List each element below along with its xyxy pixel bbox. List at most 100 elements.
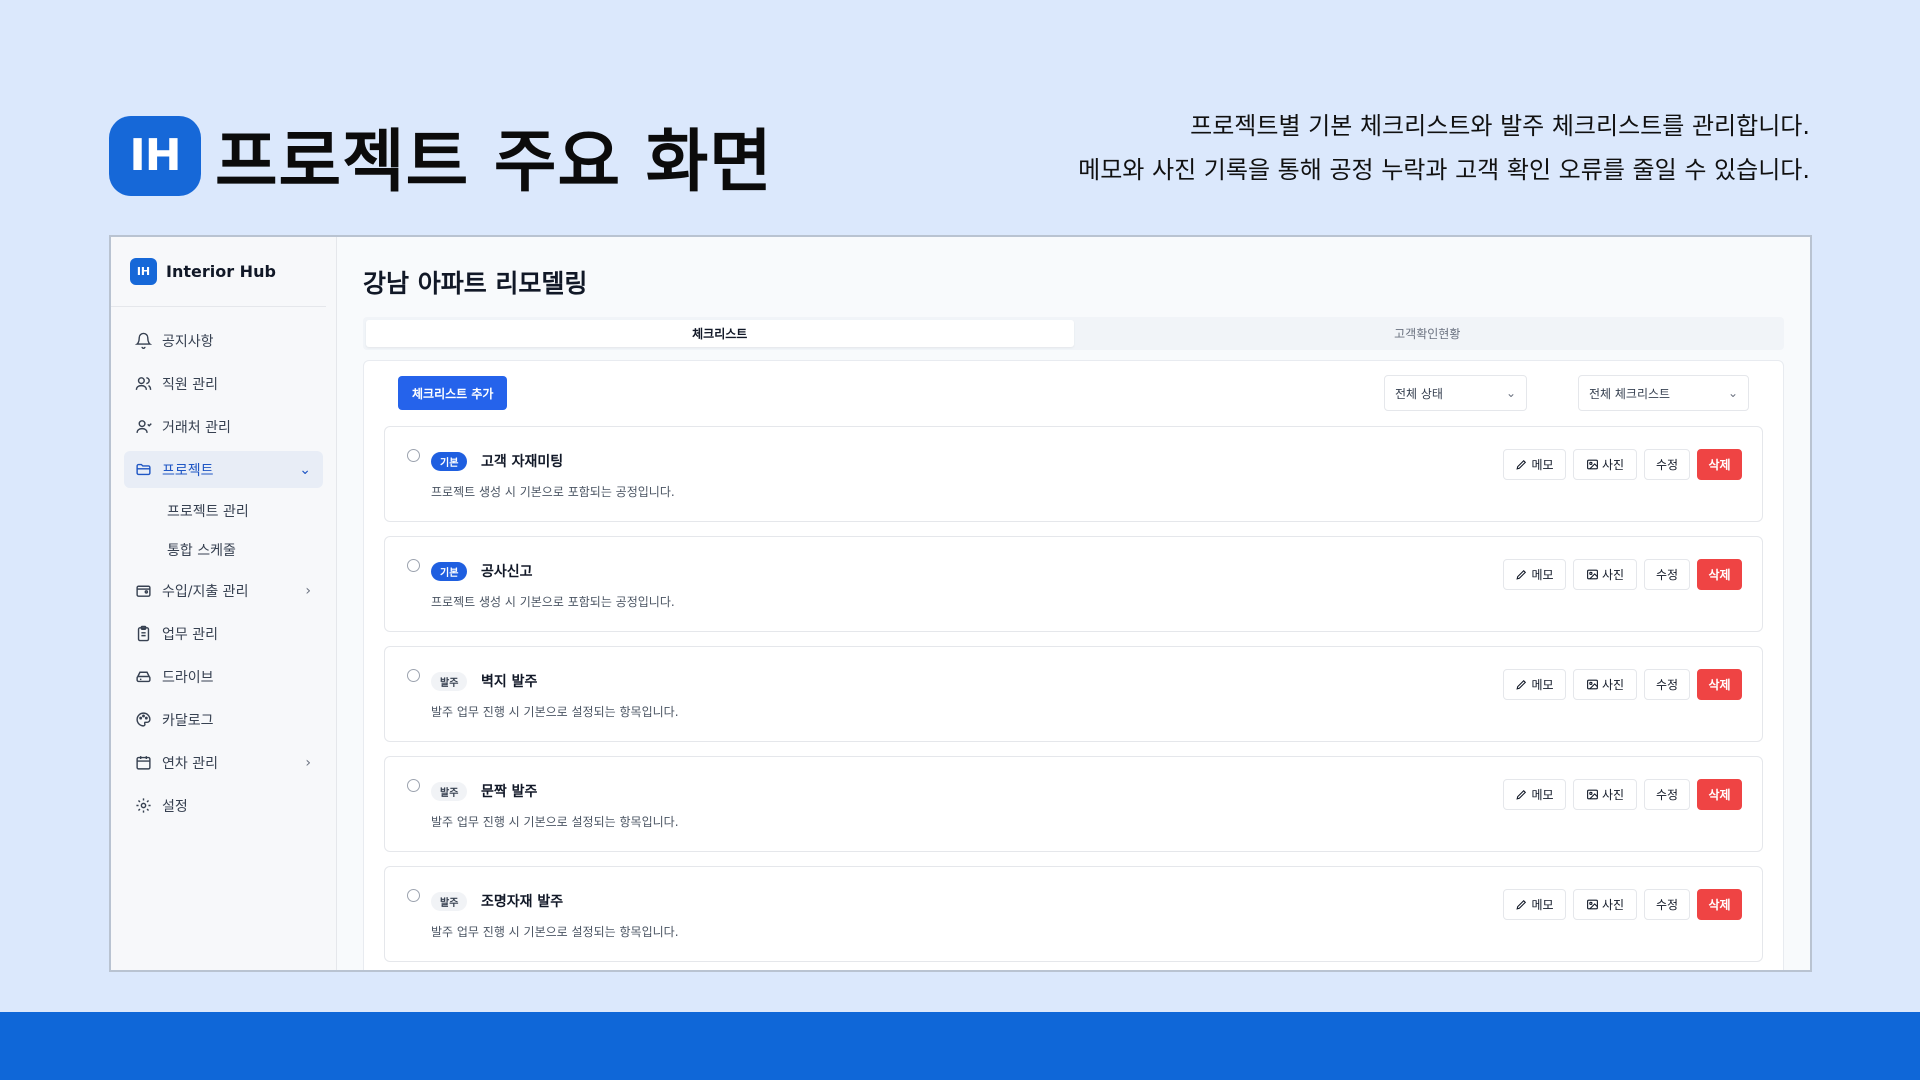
sidebar-item-label: 드라이브 xyxy=(162,669,214,686)
item-radio[interactable] xyxy=(407,669,420,682)
slide-description: 프로젝트별 기본 체크리스트와 발주 체크리스트를 관리합니다. 메모와 사진 … xyxy=(1078,104,1810,192)
type-badge: 기본 xyxy=(431,562,468,581)
item-description: 발주 업무 진행 시 기본으로 설정되는 항목입니다. xyxy=(431,815,679,829)
pencil-icon xyxy=(1516,569,1527,580)
memo-button[interactable]: 메모 xyxy=(1503,449,1566,480)
sidebar-nav: 공지사항 직원 관리 거래처 관리 프로젝트 ⌄ 프로젝트 관리 통합 스케줄 … xyxy=(111,307,336,824)
tab-customer-confirmation[interactable]: 고객확인현황 xyxy=(1074,320,1782,347)
photo-label: 사진 xyxy=(1601,678,1625,692)
item-title: 문짝 발주 xyxy=(481,784,538,800)
sidebar-item-projects[interactable]: 프로젝트 ⌄ xyxy=(124,451,323,488)
app-window: IH Interior Hub 공지사항 직원 관리 거래처 관리 프로젝트 ⌄… xyxy=(109,235,1812,972)
memo-label: 메모 xyxy=(1531,568,1554,582)
type-badge: 발주 xyxy=(431,892,468,911)
slide-title: 프로젝트 주요 화면 xyxy=(215,123,773,202)
sidebar-item-settings[interactable]: 설정 xyxy=(124,787,323,824)
delete-button[interactable]: 삭제 xyxy=(1697,449,1742,480)
sidebar-item-leave[interactable]: 연차 관리 › xyxy=(124,744,323,781)
memo-button[interactable]: 메모 xyxy=(1503,889,1566,920)
edit-button[interactable]: 수정 xyxy=(1644,449,1690,480)
item-description: 프로젝트 생성 시 기본으로 포함되는 공정입니다. xyxy=(431,595,675,609)
sidebar-item-label: 직원 관리 xyxy=(162,376,218,393)
edit-button[interactable]: 수정 xyxy=(1644,559,1690,590)
item-radio[interactable] xyxy=(407,779,420,792)
photo-button[interactable]: 사진 xyxy=(1573,449,1637,480)
brand-logo: IH xyxy=(109,115,201,196)
tab-bar: 체크리스트 고객확인현황 xyxy=(363,317,1784,350)
add-checklist-button[interactable]: 체크리스트 추가 xyxy=(398,376,508,410)
wallet-icon xyxy=(134,582,152,600)
image-icon xyxy=(1587,899,1598,910)
memo-button[interactable]: 메모 xyxy=(1503,669,1566,700)
drive-icon xyxy=(134,668,152,686)
palette-icon xyxy=(134,711,152,729)
delete-button[interactable]: 삭제 xyxy=(1697,779,1742,810)
delete-button[interactable]: 삭제 xyxy=(1697,669,1742,700)
photo-button[interactable]: 사진 xyxy=(1573,669,1637,700)
photo-button[interactable]: 사진 xyxy=(1573,779,1637,810)
item-description: 프로젝트 생성 시 기본으로 포함되는 공정입니다. xyxy=(431,485,675,499)
sidebar-item-drive[interactable]: 드라이브 xyxy=(124,658,323,695)
item-radio[interactable] xyxy=(407,559,420,572)
checklist-filter-select[interactable]: 전체 체크리스트 ⌄ xyxy=(1578,375,1749,411)
sidebar-item-finance[interactable]: 수입/지출 관리 › xyxy=(124,572,323,609)
panel-toolbar: 체크리스트 추가 전체 상태 ⌄ 전체 체크리스트 ⌄ xyxy=(384,375,1763,411)
delete-button[interactable]: 삭제 xyxy=(1697,889,1742,920)
edit-button[interactable]: 수정 xyxy=(1644,669,1690,700)
memo-button[interactable]: 메모 xyxy=(1503,779,1566,810)
type-badge: 발주 xyxy=(431,782,468,801)
user-icon xyxy=(134,418,152,436)
item-radio[interactable] xyxy=(407,889,420,902)
pencil-icon xyxy=(1516,899,1527,910)
memo-label: 메모 xyxy=(1531,678,1554,692)
main-content: 강남 아파트 리모델링 체크리스트 고객확인현황 체크리스트 추가 전체 상태 … xyxy=(337,237,1810,970)
photo-button[interactable]: 사진 xyxy=(1573,559,1637,590)
checklist-list: 기본 고객 자재미팅 프로젝트 생성 시 기본으로 포함되는 공정입니다. 메모… xyxy=(384,426,1763,962)
pencil-icon xyxy=(1516,459,1527,470)
sidebar-item-notices[interactable]: 공지사항 xyxy=(124,322,323,359)
status-filter-value: 전체 상태 xyxy=(1395,386,1443,401)
memo-label: 메모 xyxy=(1531,898,1554,912)
item-actions: 메모 사진 수정 삭제 xyxy=(1503,449,1742,480)
sidebar-item-tasks[interactable]: 업무 관리 xyxy=(124,615,323,652)
sidebar-logo: IH xyxy=(130,258,157,285)
photo-button[interactable]: 사진 xyxy=(1573,889,1637,920)
sidebar-item-label: 연차 관리 xyxy=(162,755,218,772)
checklist-item: 발주 조명자재 발주 발주 업무 진행 시 기본으로 설정되는 항목입니다. 메… xyxy=(384,866,1763,962)
type-badge: 발주 xyxy=(431,672,468,691)
image-icon xyxy=(1587,789,1598,800)
edit-button[interactable]: 수정 xyxy=(1644,779,1690,810)
sidebar-brand[interactable]: IH Interior Hub xyxy=(111,237,326,307)
page-title: 강남 아파트 리모델링 xyxy=(363,269,588,298)
sidebar-item-label: 공지사항 xyxy=(162,333,214,350)
image-icon xyxy=(1587,459,1598,470)
sidebar-item-staff[interactable]: 직원 관리 xyxy=(124,365,323,402)
item-radio[interactable] xyxy=(407,449,420,462)
sidebar-item-label: 거래처 관리 xyxy=(162,419,231,436)
calendar-icon xyxy=(134,754,152,772)
checklist-panel: 체크리스트 추가 전체 상태 ⌄ 전체 체크리스트 ⌄ 기본 고객 자재미팅 프… xyxy=(363,360,1784,970)
users-icon xyxy=(134,375,152,393)
sidebar-item-catalog[interactable]: 카달로그 xyxy=(124,701,323,738)
delete-button[interactable]: 삭제 xyxy=(1697,559,1742,590)
item-actions: 메모 사진 수정 삭제 xyxy=(1503,559,1742,590)
sidebar-item-label: 수입/지출 관리 xyxy=(162,583,249,600)
tab-checklist[interactable]: 체크리스트 xyxy=(366,320,1074,347)
checklist-filter-value: 전체 체크리스트 xyxy=(1589,386,1671,401)
item-title: 조명자재 발주 xyxy=(481,894,564,910)
item-actions: 메모 사진 수정 삭제 xyxy=(1503,779,1742,810)
photo-label: 사진 xyxy=(1601,788,1625,802)
memo-button[interactable]: 메모 xyxy=(1503,559,1566,590)
sidebar-item-label: 업무 관리 xyxy=(162,626,218,643)
sidebar-item-clients[interactable]: 거래처 관리 xyxy=(124,408,323,445)
status-filter-select[interactable]: 전체 상태 ⌄ xyxy=(1384,375,1527,411)
edit-button[interactable]: 수정 xyxy=(1644,889,1690,920)
photo-label: 사진 xyxy=(1601,568,1625,582)
item-title: 고객 자재미팅 xyxy=(481,454,564,470)
sidebar-subitem-schedule[interactable]: 통합 스케줄 xyxy=(124,533,323,566)
photo-label: 사진 xyxy=(1601,458,1625,472)
item-description: 발주 업무 진행 시 기본으로 설정되는 항목입니다. xyxy=(431,925,679,939)
image-icon xyxy=(1587,679,1598,690)
sidebar-subitem-project-management[interactable]: 프로젝트 관리 xyxy=(124,494,323,527)
item-actions: 메모 사진 수정 삭제 xyxy=(1503,889,1742,920)
